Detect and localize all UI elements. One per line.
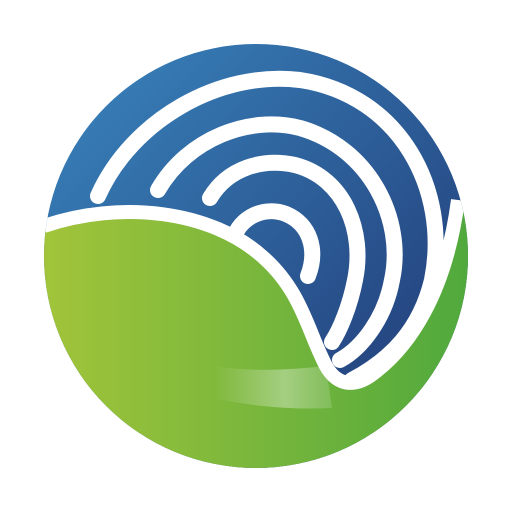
app-icon-canvas (0, 0, 512, 512)
signal-waves-globe-icon (44, 44, 468, 468)
